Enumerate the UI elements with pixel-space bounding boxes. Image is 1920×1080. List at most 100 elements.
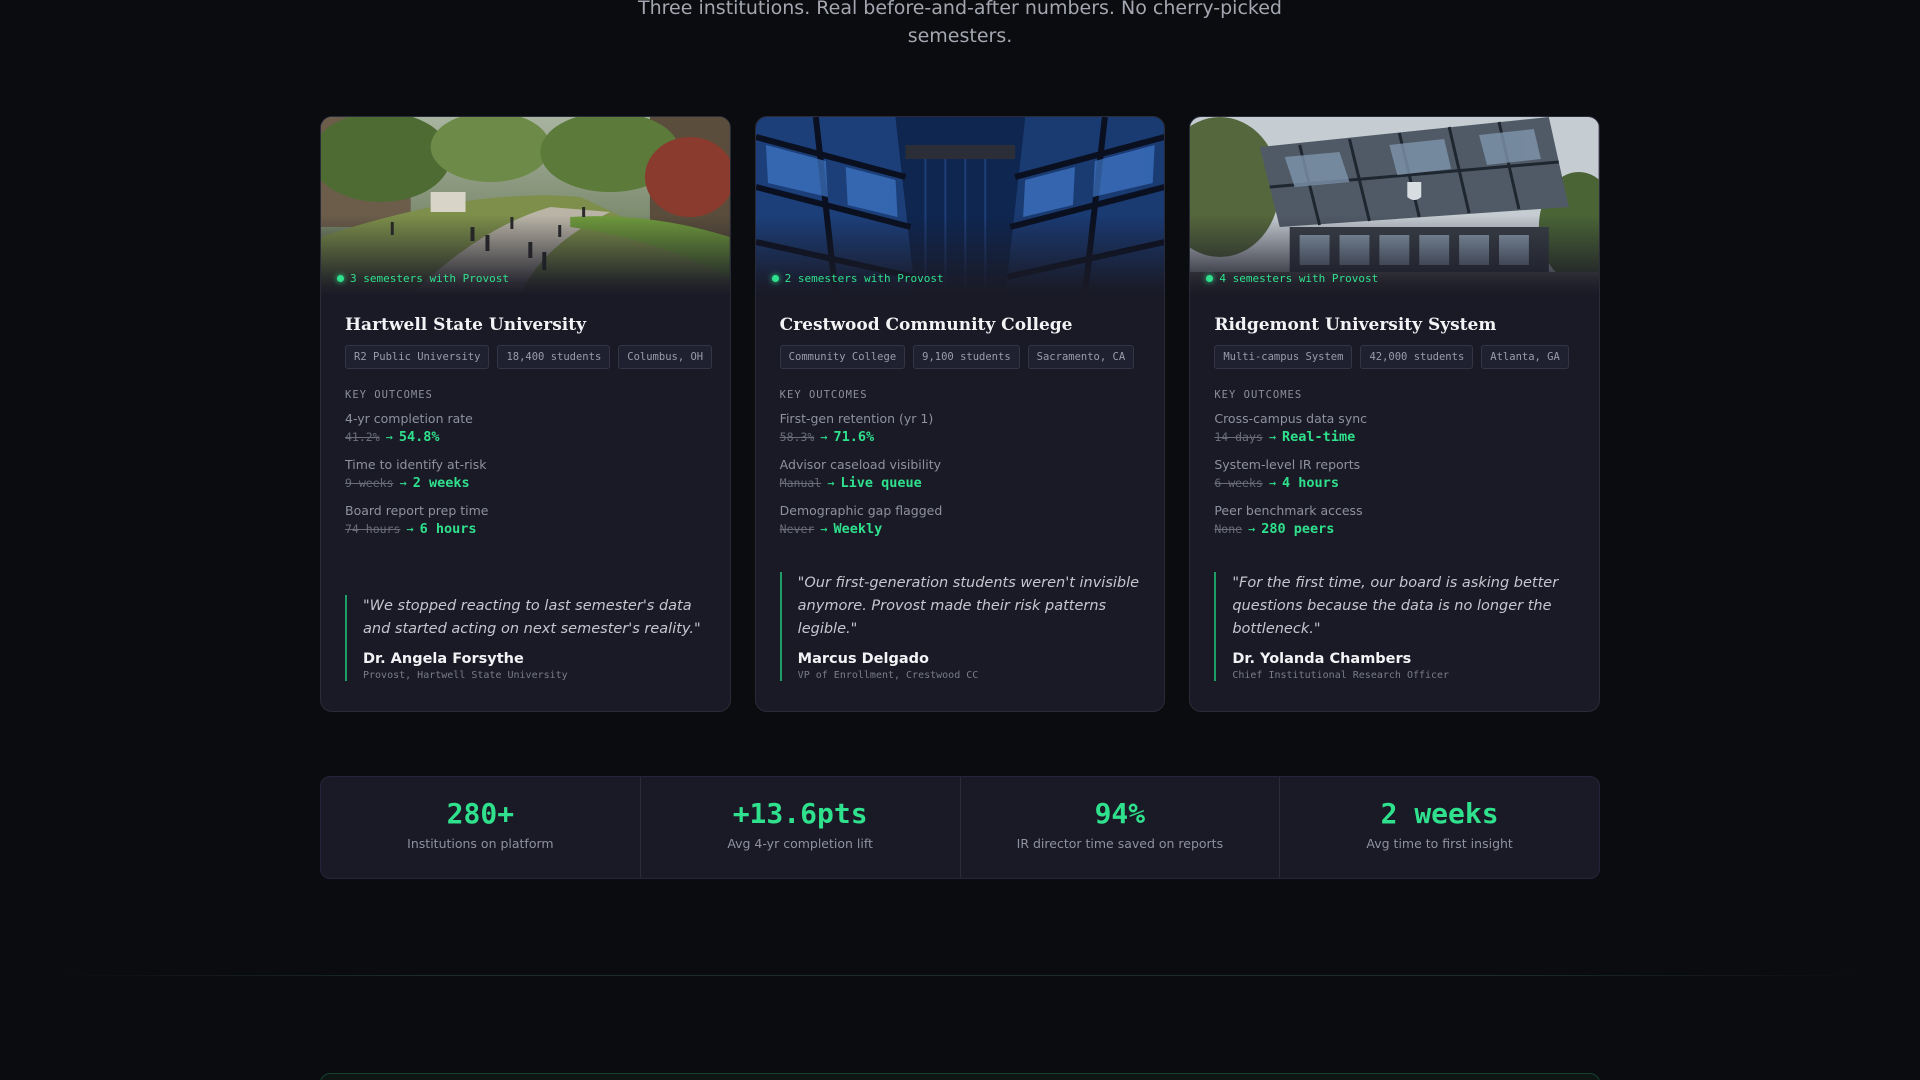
outcome-before: Manual [779, 476, 822, 490]
outcome-label: Board report prep time [345, 503, 489, 518]
outcome-item: Advisor caseload visibility Manual → Liv… [780, 457, 1141, 491]
case-study-card-hartwell[interactable]: 3 semesters with Provost Hartwell State … [320, 116, 731, 712]
outcome-label: System-level IR reports [1214, 457, 1361, 472]
quote-text: "Our first-generation students weren't i… [797, 575, 1140, 637]
tag-location: Columbus, OH [618, 345, 713, 369]
tag-location: Atlanta, GA [1481, 345, 1569, 369]
stat-first-insight: 2 weeks Avg time to first insight [1280, 777, 1599, 878]
quote-text: "For the first time, our board is asking… [1232, 575, 1559, 637]
outcome-before: 41.2% [345, 430, 380, 444]
tag-size: 18,400 students [497, 345, 611, 369]
outcome-before: 9 weeks [345, 476, 394, 490]
outcome-before: 6 weeks [1214, 476, 1263, 490]
tag-type: Community College [779, 345, 906, 369]
quote-author-role: VP of Enrollment, Crestwood CC [797, 670, 979, 681]
testimonial-quote: "We stopped reacting to last semester's … [345, 595, 706, 681]
institution-name: Ridgemont University System [1214, 315, 1497, 335]
stat-label: Institutions on platform [407, 836, 554, 851]
quote-author-role: Provost, Hartwell State University [363, 670, 568, 681]
stat-value: 94% [1094, 797, 1146, 830]
testimonial-quote: "Our first-generation students weren't i… [779, 572, 1141, 681]
outcome-before: 74 hours [345, 522, 401, 536]
arrow-right-icon: → [1248, 522, 1256, 536]
case-study-card-ridgemont[interactable]: 4 semesters with Provost Ridgemont Unive… [1189, 116, 1601, 712]
stat-label: IR director time saved on reports [1016, 836, 1224, 851]
stat-time-saved: 94% IR director time saved on reports [961, 777, 1281, 878]
stat-label: Avg 4-yr completion lift [727, 836, 873, 851]
outcome-label: Demographic gap flagged [779, 503, 943, 518]
key-outcomes-label: KEY OUTCOMES [779, 389, 868, 401]
quote-author-name: Dr. Yolanda Chambers [1232, 651, 1412, 667]
outcome-after: 54.8% [398, 429, 440, 445]
quote-author-role: Chief Institutional Research Officer [1232, 670, 1450, 681]
tenure-badge: 2 semesters with Provost [771, 272, 944, 285]
key-outcomes-label: KEY OUTCOMES [1214, 389, 1303, 401]
section-subtitle: Three institutions. Real before-and-afte… [638, 0, 1282, 47]
outcome-label: Cross-campus data sync [1214, 411, 1368, 426]
status-dot-icon [1206, 275, 1214, 282]
tag-location: Sacramento, CA [1027, 345, 1135, 369]
arrow-right-icon: → [1268, 476, 1277, 490]
arrow-right-icon: → [406, 522, 414, 536]
stat-value: 280+ [446, 797, 515, 830]
quote-author-name: Dr. Angela Forsythe [363, 651, 524, 667]
outcome-after: Live queue [840, 475, 922, 491]
outcome-after: 71.6% [833, 429, 875, 445]
tenure-label: 3 semesters with Provost [350, 272, 509, 285]
arrow-right-icon: → [385, 430, 393, 444]
status-dot-icon [771, 275, 779, 282]
outcome-after: 6 hours [419, 521, 477, 537]
outcome-item: Board report prep time 74 hours → 6 hour… [345, 503, 706, 537]
outcome-item: 4-yr completion rate 41.2% → 54.8% [345, 411, 706, 445]
case-study-cards: 3 semesters with Provost Hartwell State … [320, 116, 1601, 712]
next-section-panel [320, 1073, 1600, 1080]
institution-tags: Community College 9,100 students Sacrame… [779, 345, 1141, 369]
stat-institutions: 280+ Institutions on platform [321, 777, 641, 878]
outcome-item: Demographic gap flagged Never → Weekly [780, 503, 1141, 537]
stat-label: Avg time to first insight [1366, 836, 1513, 851]
outcome-before: 58.3% [779, 430, 815, 444]
outcome-label: Time to identify at-risk [345, 457, 487, 472]
arrow-right-icon: → [399, 476, 407, 490]
outcome-before: None [1214, 522, 1243, 536]
outcome-item: First-gen retention (yr 1) 58.3% → 71.6% [780, 411, 1141, 445]
outcome-label: First-gen retention (yr 1) [779, 411, 934, 426]
case-studies-page: Three institutions. Real before-and-afte… [0, 0, 1920, 1080]
outcome-after: 4 hours [1282, 475, 1339, 491]
outcome-after: 280 peers [1261, 521, 1335, 537]
campus-photo: 4 semesters with Provost [1190, 117, 1600, 295]
outcome-before: 14 days [1214, 430, 1263, 444]
institution-tags: R2 Public University 18,400 students Col… [345, 345, 713, 369]
testimonial-quote: "For the first time, our board is asking… [1214, 572, 1575, 681]
stat-completion-lift: +13.6pts Avg 4-yr completion lift [641, 777, 961, 878]
tenure-badge: 4 semesters with Provost [1206, 272, 1378, 285]
arrow-right-icon: → [827, 476, 835, 490]
outcome-item: Time to identify at-risk 9 weeks → 2 wee… [345, 457, 706, 491]
outcome-after: 2 weeks [412, 475, 470, 491]
section-divider [60, 975, 1860, 976]
outcome-item: Cross-campus data sync 14 days → Real-ti… [1214, 411, 1575, 445]
outcome-item: Peer benchmark access None → 280 peers [1214, 503, 1575, 537]
institution-name: Hartwell State University [345, 315, 586, 335]
status-dot-icon [337, 275, 344, 282]
tag-size: 42,000 students [1360, 345, 1474, 369]
outcome-after: Weekly [833, 521, 883, 537]
institution-name: Crestwood Community College [779, 315, 1073, 335]
tag-type: Multi-campus System [1214, 345, 1353, 369]
campus-photo: 3 semesters with Provost [321, 117, 730, 295]
outcome-label: Advisor caseload visibility [779, 457, 942, 472]
stats-bar: 280+ Institutions on platform +13.6pts A… [320, 776, 1600, 879]
stat-value: 2 weeks [1380, 797, 1499, 830]
arrow-right-icon: → [820, 522, 828, 536]
campus-photo: 2 semesters with Provost [755, 117, 1165, 295]
outcome-before: Never [779, 522, 815, 536]
institution-tags: Multi-campus System 42,000 students Atla… [1214, 345, 1575, 369]
stat-value: +13.6pts [732, 797, 868, 830]
case-study-card-crestwood[interactable]: 2 semesters with Provost Crestwood Commu… [754, 116, 1166, 712]
tag-type: R2 Public University [345, 345, 490, 369]
outcome-label: 4-yr completion rate [345, 411, 473, 426]
tenure-badge: 3 semesters with Provost [337, 272, 509, 285]
tag-size: 9,100 students [913, 345, 1020, 369]
key-outcomes-label: KEY OUTCOMES [345, 389, 433, 401]
tenure-label: 2 semesters with Provost [784, 272, 944, 285]
